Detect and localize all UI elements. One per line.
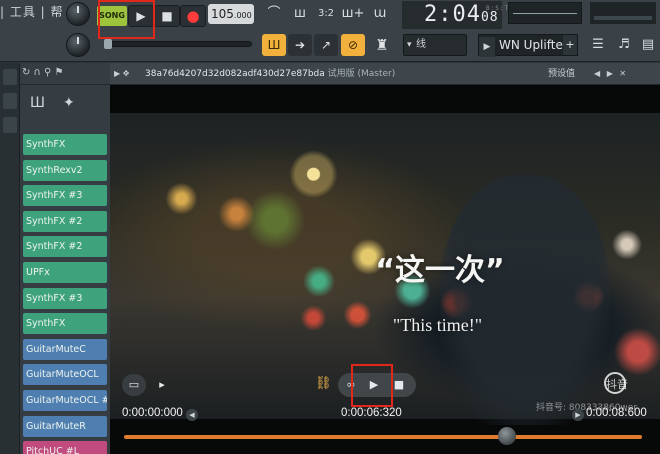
silhouette-figure	[440, 175, 610, 425]
cpu-meter	[590, 2, 656, 24]
tab-fx[interactable]: ✦	[63, 95, 93, 111]
channel-item[interactable]: SynthFX	[23, 134, 107, 155]
master-volume-knob[interactable]	[66, 2, 90, 26]
blend-notes-icon[interactable]: ш+	[341, 3, 365, 25]
arrow-icon[interactable]	[3, 69, 17, 85]
chevron-right-icon[interactable]: ▶	[479, 37, 495, 57]
timeline-playhead[interactable]	[498, 427, 517, 445]
link-icon[interactable]: ⛓	[315, 376, 332, 391]
browser-header[interactable]: ↻ ∩ ⚲ ⚑	[20, 63, 110, 85]
channel-browser: ↻ ∩ ⚲ ⚑ Ш✦ SynthFX SynthRexv2 SynthFX #3 Sy…	[20, 63, 110, 454]
video-player: “这一次” "This time!" ▭ ▸ ⛓ ∞ ▶ ■ 抖音 抖音号: 8…	[110, 85, 660, 454]
folder-icon: ▭	[128, 378, 140, 391]
channel-item[interactable]: GuitarMuteOCL	[23, 364, 107, 386]
folder-icon[interactable]	[3, 93, 17, 109]
channel-item[interactable]: PitchUC #L	[23, 441, 107, 454]
clock-format-tag: B:S:T	[486, 5, 510, 12]
time-end: 0:00:08:600	[586, 407, 647, 419]
browser-tabs: Ш✦	[20, 85, 110, 121]
wait-icon[interactable]: ш	[288, 3, 312, 25]
channel-item[interactable]: GuitarMuteC	[23, 338, 107, 360]
channel-rack-icon[interactable]: ♬	[612, 34, 636, 56]
link-tool-icon[interactable]: ⊘	[341, 34, 365, 56]
play-icon: ▶	[136, 9, 146, 23]
chevron-right-icon: ▸	[159, 378, 165, 391]
window-menu-icon[interactable]: ▶ ✥	[114, 63, 129, 85]
time-start: 0:00:00:000	[122, 407, 183, 419]
prev-marker-icon[interactable]: ◀	[186, 409, 198, 421]
pattern-name: WN Uplifter	[499, 38, 568, 52]
channel-item[interactable]: SynthFX #3	[23, 185, 107, 207]
clock-main: 2:04	[424, 2, 481, 27]
plugin-icon[interactable]	[3, 117, 17, 133]
subtitle-chinese: “这一次”	[375, 253, 505, 288]
master-pitch-knob[interactable]	[66, 33, 90, 57]
pattern-selector[interactable]: ▶ WN Uplifter +	[478, 34, 578, 57]
channel-item[interactable]: UPFx	[23, 262, 107, 283]
slide-tool-icon[interactable]: ↗	[314, 34, 338, 56]
channel-item[interactable]: SynthRexv2	[23, 159, 107, 181]
subtitle-english: "This time!"	[392, 315, 483, 335]
record-button[interactable]: ●	[180, 5, 206, 27]
window-title-hash: 38a76d4207d32d082adf430d27e87bda	[145, 69, 325, 79]
record-icon: ●	[186, 7, 200, 25]
tempo-display[interactable]: 105.000	[208, 4, 254, 24]
song-mode-button[interactable]: SONG	[97, 6, 127, 26]
mixer-icon[interactable]: ☰	[586, 34, 610, 56]
channel-item[interactable]: SynthFX #3	[23, 287, 107, 309]
step-seq-icon[interactable]: ➔	[288, 34, 312, 56]
channel-item[interactable]: SynthFX #2	[23, 236, 107, 258]
channel-item[interactable]: GuitarMuteOCL #2	[23, 390, 107, 411]
song-position-clock[interactable]: 2:0408 B:S:T	[402, 1, 508, 29]
window-title-suffix: 试用版 (Master)	[327, 69, 396, 79]
play-icon: ▶	[369, 378, 379, 391]
menu-bar[interactable]: | 工具 | 帮	[0, 3, 64, 20]
loop-button[interactable]: ∞	[339, 374, 363, 396]
main-toolbar: | 工具 | 帮 SONG ▶ ■ ● 105.000 ⌒ ш 3:2 ш+ ɯ…	[0, 0, 660, 62]
channel-item[interactable]: GuitarMuteR	[23, 415, 107, 437]
tab-rack[interactable]: Ш	[30, 95, 63, 111]
piano-roll-icon[interactable]: Ш	[262, 34, 286, 56]
window-nav-controls[interactable]: ◀ ▶ ✕	[594, 63, 628, 85]
stop-icon: ■	[393, 378, 405, 391]
channel-item[interactable]: SynthFX #2	[23, 210, 107, 232]
stop-icon: ■	[161, 9, 173, 23]
loop-record-icon[interactable]: ɯ	[368, 3, 392, 25]
video-timeline[interactable]	[124, 435, 642, 439]
play-button[interactable]: ▶	[128, 5, 154, 27]
video-play-button[interactable]: ▶	[362, 374, 386, 396]
watermark-brand: 抖音	[606, 378, 628, 391]
hat-icon[interactable]: ♜	[370, 34, 394, 56]
loop-icon: ∞	[346, 378, 356, 391]
metronome-icon[interactable]: ⌒	[262, 3, 286, 25]
snap-select[interactable]: 线	[403, 34, 467, 56]
stop-button[interactable]: ■	[154, 5, 180, 27]
time-current: 0:00:06:320	[341, 407, 402, 419]
master-pitch-slider[interactable]	[104, 41, 252, 47]
left-icon-strip	[0, 63, 20, 454]
video-window-titlebar: ▶ ✥ 38a76d4207d32d082adf430d27e87bda 试用版…	[110, 63, 660, 85]
playlist-icon[interactable]: ▤	[636, 34, 660, 56]
slider-handle[interactable]	[104, 39, 112, 49]
tempo-value: 105	[211, 7, 234, 21]
add-pattern-button[interactable]: +	[563, 35, 577, 55]
tempo-decimal: .000	[233, 11, 252, 20]
oscilloscope	[508, 2, 582, 24]
next-marker-icon[interactable]: ▶	[572, 409, 584, 421]
countdown-icon[interactable]: 3:2	[314, 3, 338, 25]
open-folder-button[interactable]: ▭	[122, 374, 146, 396]
channel-item[interactable]: SynthFX	[23, 313, 107, 335]
menu-arrow-button[interactable]: ▸	[150, 374, 174, 396]
video-stop-button[interactable]: ■	[387, 374, 411, 396]
preset-menu[interactable]: 预设值	[548, 63, 575, 85]
